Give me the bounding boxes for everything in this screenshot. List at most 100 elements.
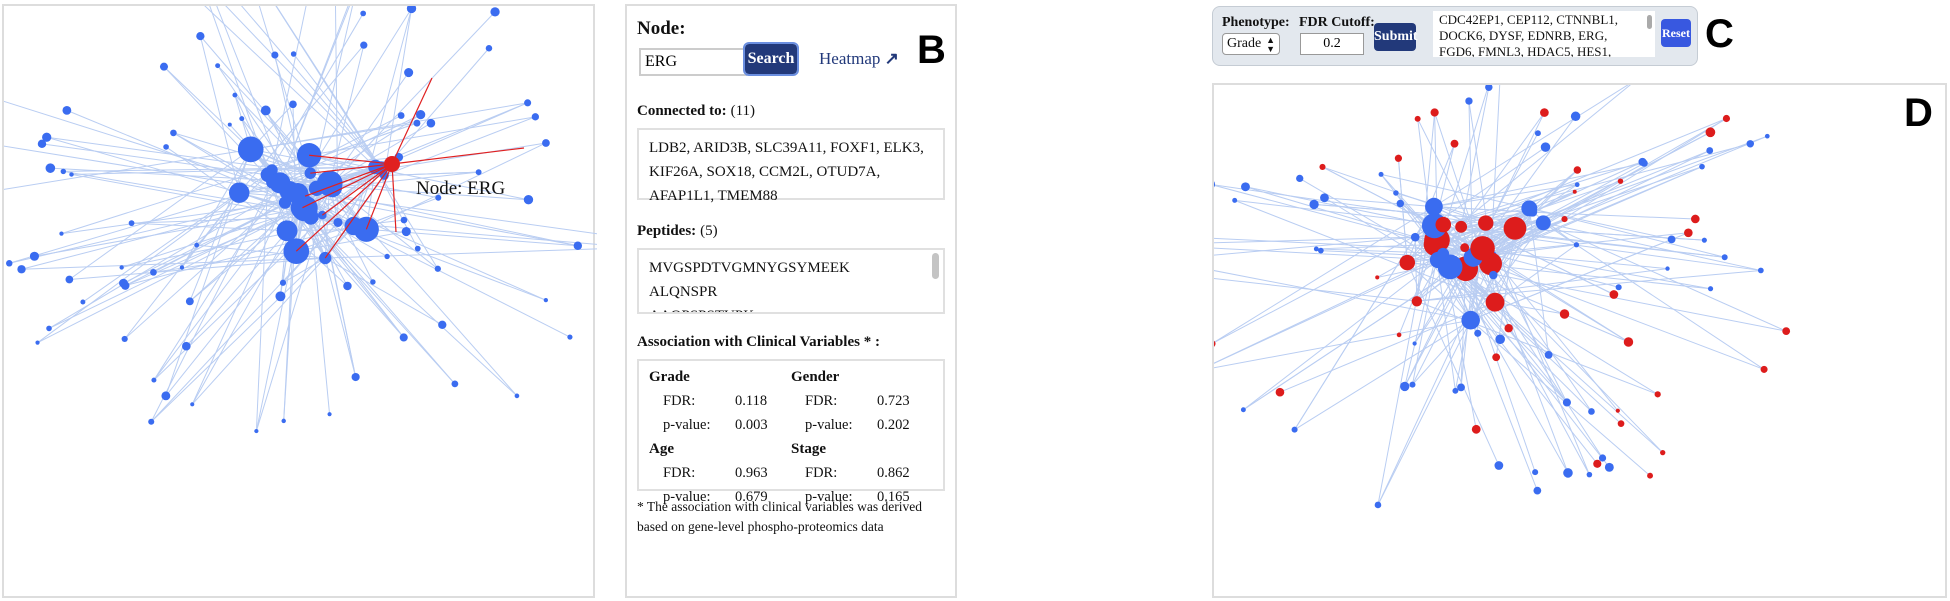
significant-node[interactable]: [1275, 387, 1285, 397]
node[interactable]: [426, 118, 436, 128]
node[interactable]: [573, 241, 583, 250]
significant-node[interactable]: [1399, 254, 1416, 271]
node[interactable]: [194, 242, 200, 248]
phenotype-select[interactable]: Grade ▲ ▼: [1222, 33, 1280, 55]
node[interactable]: [343, 281, 352, 291]
node[interactable]: [1465, 97, 1473, 105]
node[interactable]: [1701, 237, 1707, 243]
node[interactable]: [17, 265, 26, 274]
node[interactable]: [1430, 254, 1440, 264]
node[interactable]: [1707, 286, 1714, 292]
significant-node[interactable]: [1782, 327, 1791, 336]
node[interactable]: [1746, 140, 1755, 148]
significant-node[interactable]: [1647, 472, 1653, 479]
node[interactable]: [370, 279, 376, 285]
node[interactable]: [413, 119, 421, 127]
fdr-input[interactable]: [1300, 33, 1364, 55]
node[interactable]: [1757, 267, 1764, 274]
significant-node[interactable]: [1654, 391, 1661, 398]
node[interactable]: [319, 251, 332, 265]
node[interactable]: [1534, 130, 1541, 137]
node[interactable]: [322, 178, 343, 198]
node[interactable]: [215, 63, 221, 69]
submit-button[interactable]: Submit: [1374, 23, 1418, 51]
node[interactable]: [1573, 242, 1580, 248]
node[interactable]: [1396, 199, 1405, 208]
node[interactable]: [119, 278, 128, 288]
node[interactable]: [128, 220, 135, 227]
node[interactable]: [260, 105, 271, 116]
node[interactable]: [121, 335, 128, 343]
node[interactable]: [567, 334, 573, 340]
node[interactable]: [289, 100, 297, 109]
node[interactable]: [1570, 111, 1581, 122]
node[interactable]: [62, 105, 72, 115]
significant-node[interactable]: [1609, 290, 1619, 299]
scrollbar[interactable]: [1647, 15, 1652, 29]
node[interactable]: [1214, 180, 1216, 190]
node[interactable]: [65, 275, 74, 284]
node[interactable]: [148, 418, 155, 425]
node[interactable]: [1437, 254, 1463, 280]
significant-node[interactable]: [1414, 115, 1421, 122]
node[interactable]: [190, 402, 195, 407]
significant-node[interactable]: [1460, 243, 1470, 252]
significant-node[interactable]: [1394, 154, 1403, 162]
node[interactable]: [69, 172, 74, 177]
significant-node[interactable]: [1504, 323, 1513, 333]
node[interactable]: [46, 325, 52, 332]
significant-node[interactable]: [1375, 275, 1380, 280]
significant-node[interactable]: [1471, 424, 1481, 434]
node[interactable]: [1721, 254, 1728, 261]
node[interactable]: [1544, 350, 1553, 359]
node[interactable]: [1474, 329, 1482, 337]
node[interactable]: [1521, 200, 1538, 217]
selected-node-erg[interactable]: [384, 156, 400, 172]
node[interactable]: [1615, 284, 1622, 291]
significant-node[interactable]: [1617, 178, 1624, 184]
node[interactable]: [1232, 197, 1238, 203]
node[interactable]: [1532, 469, 1539, 476]
node[interactable]: [1374, 501, 1382, 509]
node[interactable]: [451, 380, 459, 388]
node[interactable]: [1378, 171, 1384, 177]
node[interactable]: [351, 372, 360, 382]
node[interactable]: [119, 265, 124, 270]
node[interactable]: [514, 393, 520, 399]
node[interactable]: [290, 51, 297, 57]
node[interactable]: [1604, 462, 1614, 472]
network-panel-d[interactable]: D: [1212, 83, 1947, 598]
node[interactable]: [182, 341, 191, 351]
node[interactable]: [6, 260, 13, 267]
node[interactable]: [475, 169, 482, 176]
node[interactable]: [1412, 341, 1417, 346]
node[interactable]: [170, 129, 177, 137]
node[interactable]: [1461, 310, 1480, 330]
node[interactable]: [1533, 486, 1542, 495]
significant-node[interactable]: [1573, 166, 1582, 174]
node[interactable]: [1309, 199, 1319, 210]
node[interactable]: [414, 245, 421, 252]
node[interactable]: [1764, 133, 1770, 139]
node[interactable]: [384, 253, 390, 260]
node[interactable]: [1706, 147, 1714, 154]
node[interactable]: [237, 136, 264, 163]
node[interactable]: [524, 99, 532, 107]
node[interactable]: [151, 377, 157, 383]
node[interactable]: [485, 44, 493, 52]
node[interactable]: [1457, 383, 1465, 392]
node[interactable]: [1535, 215, 1551, 231]
node[interactable]: [404, 67, 414, 78]
node[interactable]: [276, 220, 298, 242]
node[interactable]: [1400, 381, 1410, 392]
node[interactable]: [227, 122, 232, 127]
significant-node[interactable]: [1705, 127, 1716, 138]
node[interactable]: [1241, 182, 1250, 192]
node[interactable]: [287, 183, 309, 205]
node[interactable]: [1574, 182, 1580, 188]
node[interactable]: [333, 217, 343, 227]
significant-node[interactable]: [1396, 332, 1402, 338]
node[interactable]: [302, 209, 319, 225]
significant-node[interactable]: [1623, 337, 1634, 347]
node[interactable]: [279, 279, 287, 286]
